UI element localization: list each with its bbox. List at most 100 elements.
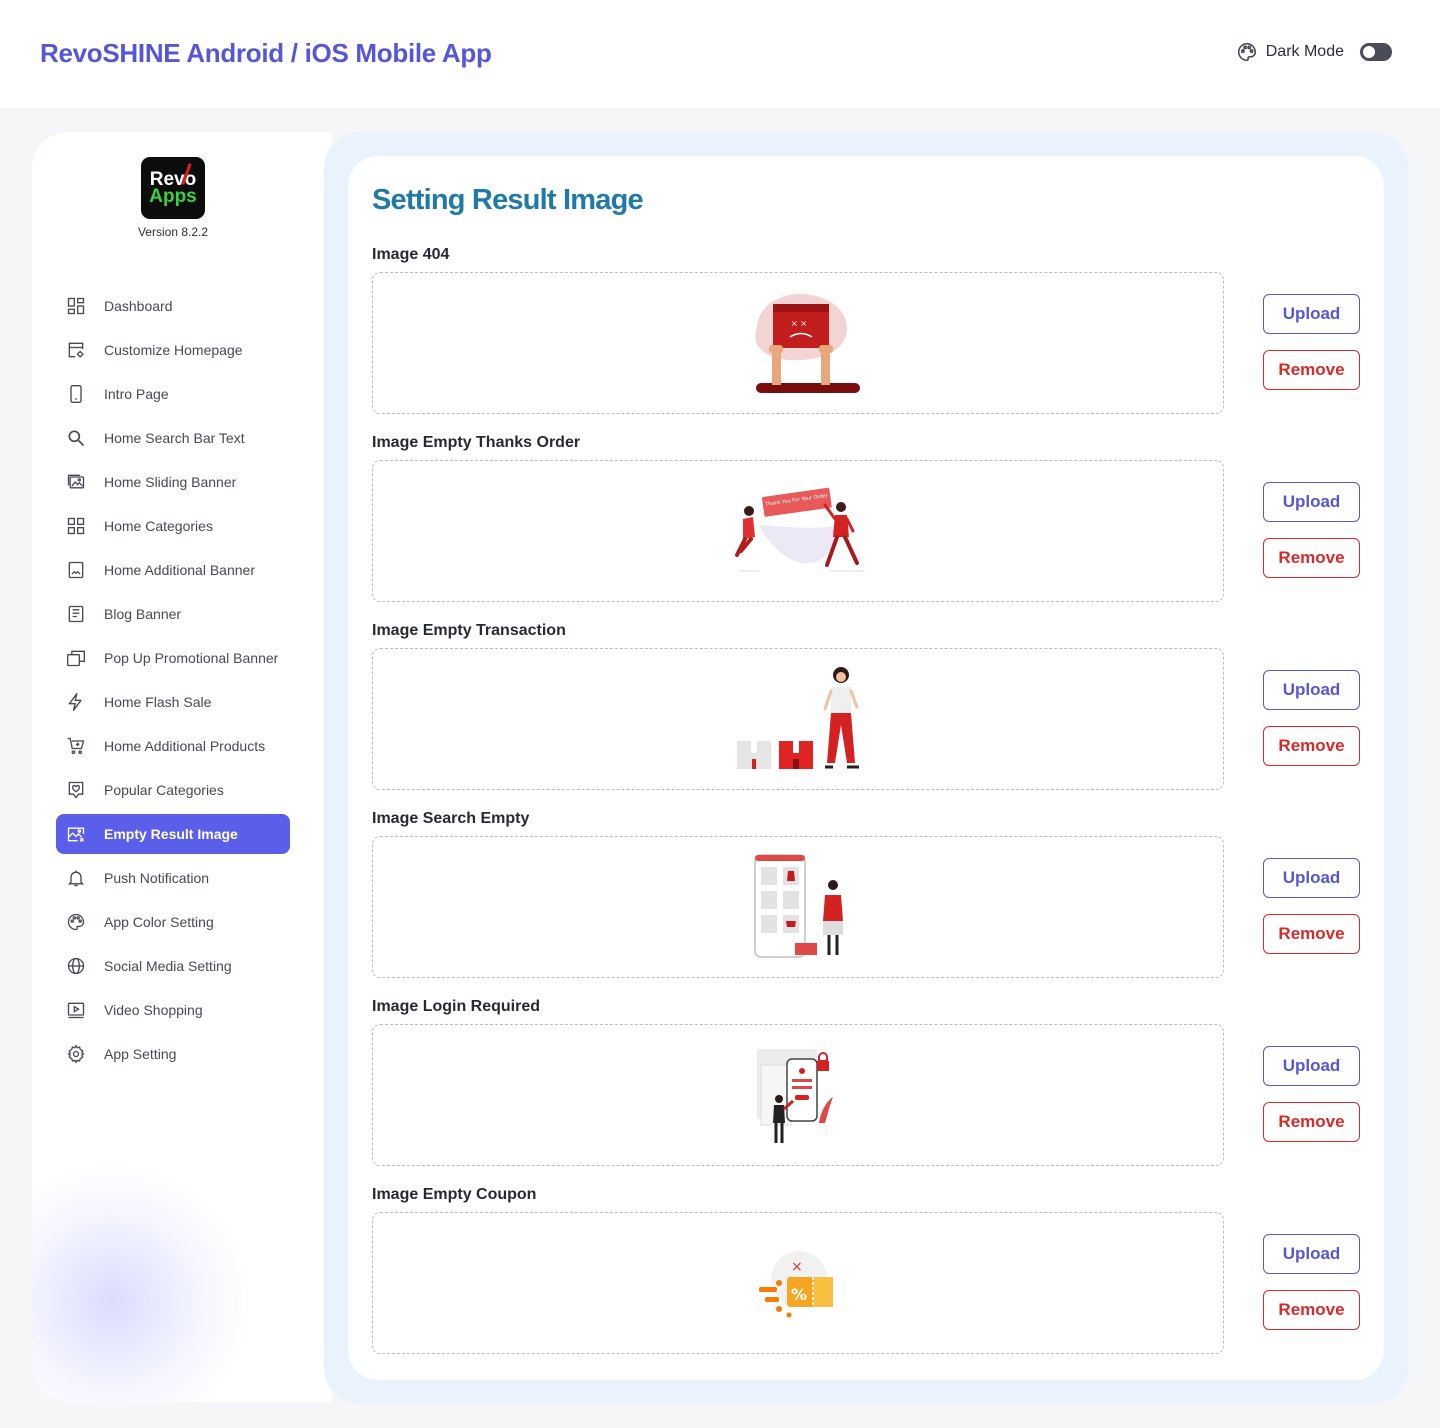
svg-text:× ×: × × bbox=[791, 319, 807, 328]
page-title: Setting Result Image bbox=[372, 184, 644, 216]
sidebar-item-video-shopping[interactable]: Video Shopping bbox=[56, 992, 290, 1028]
sidebar-item-customize-homepage[interactable]: Customize Homepage bbox=[56, 332, 290, 368]
sidebar-item-label: Intro Page bbox=[104, 386, 169, 402]
section-image-login-required: Image Login Required Upload Remove bbox=[372, 998, 1362, 1186]
video-icon bbox=[66, 1000, 86, 1020]
sidebar-item-social-media-setting[interactable]: Social Media Setting bbox=[56, 948, 290, 984]
sidebar-item-empty-result-image[interactable]: Empty Result Image bbox=[56, 814, 290, 854]
image-dropzone[interactable] bbox=[372, 1024, 1224, 1166]
sidebar-item-label: Video Shopping bbox=[104, 1002, 203, 1018]
sidebar-item-label: Dashboard bbox=[104, 298, 173, 314]
sidebar-item-dashboard[interactable]: Dashboard bbox=[56, 288, 290, 324]
palette-icon bbox=[1236, 41, 1258, 63]
images-icon bbox=[66, 472, 86, 492]
remove-button[interactable]: Remove bbox=[1263, 538, 1360, 578]
sidebar-item-app-setting[interactable]: App Setting bbox=[56, 1036, 290, 1072]
document-icon bbox=[66, 604, 86, 624]
section-image-search-empty: Image Search Empty Upload Remove bbox=[372, 810, 1362, 998]
version-label: Version 8.2.2 bbox=[137, 225, 209, 239]
section-label: Image Empty Thanks Order bbox=[372, 434, 581, 451]
search-empty-illustration bbox=[754, 854, 843, 958]
image-icon bbox=[66, 560, 86, 580]
image-dropzone[interactable]: × % bbox=[372, 1212, 1224, 1354]
remove-button[interactable]: Remove bbox=[1263, 914, 1360, 954]
sidebar-item-intro-page[interactable]: Intro Page bbox=[56, 376, 290, 412]
remove-button[interactable]: Remove bbox=[1263, 350, 1360, 390]
sidebar-item-push-notification[interactable]: Push Notification bbox=[56, 860, 290, 896]
upload-button[interactable]: Upload bbox=[1263, 294, 1360, 334]
palette-icon bbox=[66, 912, 86, 932]
sidebar-item-popular-categories[interactable]: Popular Categories bbox=[56, 772, 290, 808]
dark-mode-label: Dark Mode bbox=[1265, 43, 1344, 60]
revo-apps-logo: Revo Apps bbox=[141, 157, 205, 219]
dark-mode-control[interactable]: Dark Mode bbox=[1236, 41, 1392, 63]
sidebar-item-label: App Color Setting bbox=[104, 914, 214, 930]
logo-line-2: Apps bbox=[149, 186, 197, 207]
search-icon bbox=[66, 428, 86, 448]
sidebar-item-blog-banner[interactable]: Blog Banner bbox=[56, 596, 290, 632]
phone-icon bbox=[66, 384, 86, 404]
sidebar-item-home-additional-banner[interactable]: Home Additional Banner bbox=[56, 552, 290, 588]
sidebar-item-home-flash-sale[interactable]: Home Flash Sale bbox=[56, 684, 290, 720]
sidebar-item-app-color-setting[interactable]: App Color Setting bbox=[56, 904, 290, 940]
remove-button[interactable]: Remove bbox=[1263, 726, 1360, 766]
sidebar-item-label: Push Notification bbox=[104, 870, 210, 886]
sidebar-item-label: Home Categories bbox=[104, 518, 213, 534]
sidebar-item-label: Pop Up Promotional Banner bbox=[104, 650, 279, 666]
gear-icon bbox=[66, 1044, 86, 1064]
bell-icon bbox=[66, 868, 86, 888]
sidebar-item-label: Social Media Setting bbox=[104, 958, 232, 974]
upload-button[interactable]: Upload bbox=[1263, 1046, 1360, 1086]
section-label: Image Empty Coupon bbox=[372, 1186, 537, 1203]
remove-button[interactable]: Remove bbox=[1263, 1102, 1360, 1142]
app-title: RevoSHINE Android / iOS Mobile App bbox=[40, 38, 492, 68]
sidebar-item-home-sliding-banner[interactable]: Home Sliding Banner bbox=[56, 464, 290, 500]
login-required-illustration bbox=[757, 1049, 833, 1143]
image-dropzone[interactable]: Thank You For Your Order bbox=[372, 460, 1224, 602]
globe-icon bbox=[66, 956, 86, 976]
upload-button[interactable]: Upload bbox=[1263, 1234, 1360, 1274]
svg-text:%: % bbox=[791, 1285, 807, 1304]
customize-icon bbox=[66, 340, 86, 360]
section-image-empty-transaction: Image Empty Transaction Upload Remove bbox=[372, 622, 1362, 810]
sidebar-item-label: Blog Banner bbox=[104, 606, 182, 622]
sidebar-item-home-search-bar-text[interactable]: Home Search Bar Text bbox=[56, 420, 290, 456]
image-dropzone[interactable] bbox=[372, 648, 1224, 790]
main-panel: Setting Result Image Image 404 × × Uploa… bbox=[348, 156, 1384, 1380]
section-image-empty-coupon: Image Empty Coupon × % Upload Remove bbox=[372, 1186, 1362, 1374]
image-dropzone[interactable] bbox=[372, 836, 1224, 978]
sidebar-item-label: Popular Categories bbox=[104, 782, 224, 798]
section-label: Image Empty Transaction bbox=[372, 622, 566, 639]
section-label: Image Search Empty bbox=[372, 810, 530, 827]
sidebar-glow bbox=[32, 1162, 252, 1402]
section-image-empty-thanks-order: Image Empty Thanks Order Thank You For Y… bbox=[372, 434, 1362, 622]
section-image-404: Image 404 × × Upload Remove bbox=[372, 246, 1362, 434]
sidebar-item-label: Home Additional Banner bbox=[104, 562, 255, 578]
sidebar-item-pop-up-promotional-banner[interactable]: Pop Up Promotional Banner bbox=[56, 640, 290, 676]
sidebar-item-label: Home Search Bar Text bbox=[104, 430, 245, 446]
sidebar-item-home-additional-products[interactable]: Home Additional Products bbox=[56, 728, 290, 764]
dark-mode-toggle[interactable] bbox=[1360, 43, 1392, 61]
sidebar-item-label: App Setting bbox=[104, 1046, 177, 1062]
upload-button[interactable]: Upload bbox=[1263, 482, 1360, 522]
dashboard-icon bbox=[66, 296, 86, 316]
sidebar-item-label: Customize Homepage bbox=[104, 342, 243, 358]
sidebar-item-home-categories[interactable]: Home Categories bbox=[56, 508, 290, 544]
image-x-icon bbox=[66, 824, 86, 844]
lightning-icon bbox=[66, 692, 86, 712]
remove-button[interactable]: Remove bbox=[1263, 1290, 1360, 1330]
sidebar-menu: Dashboard Customize Homepage Intro Page … bbox=[56, 288, 290, 1080]
cart-add-icon bbox=[66, 736, 86, 756]
section-label: Image 404 bbox=[372, 246, 450, 263]
svg-text:×: × bbox=[791, 1259, 803, 1275]
sidebar-item-label: Empty Result Image bbox=[104, 826, 238, 842]
404-illustration: × × bbox=[755, 294, 860, 393]
top-bar: RevoSHINE Android / iOS Mobile App Dark … bbox=[0, 0, 1440, 108]
upload-button[interactable]: Upload bbox=[1263, 858, 1360, 898]
thanks-order-illustration: Thank You For Your Order bbox=[735, 487, 864, 572]
image-dropzone[interactable]: × × bbox=[372, 272, 1224, 414]
sidebar-item-label: Home Flash Sale bbox=[104, 694, 212, 710]
grid-icon bbox=[66, 516, 86, 536]
upload-button[interactable]: Upload bbox=[1263, 670, 1360, 710]
sidebar: Revo Apps Version 8.2.2 Dashboard Custom… bbox=[32, 132, 332, 1402]
